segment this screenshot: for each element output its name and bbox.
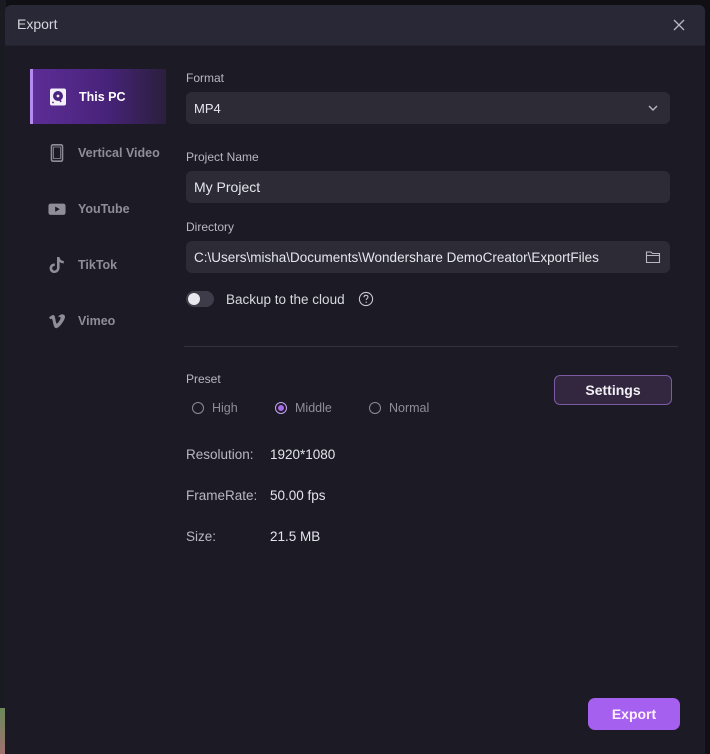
radio-circle [369,402,381,414]
help-icon[interactable] [358,291,374,307]
settings-button[interactable]: Settings [554,375,672,405]
resolution-key: Resolution: [186,447,254,462]
radio-label: High [212,401,238,415]
preset-radio-normal[interactable]: Normal [369,401,429,415]
preset-radio-high[interactable]: High [192,401,238,415]
project-name-label: Project Name [186,150,259,164]
format-value: MP4 [194,100,221,116]
backup-cloud-label: Backup to the cloud [226,292,345,307]
format-dropdown[interactable]: MP4 [186,92,670,124]
preset-radio-middle[interactable]: Middle [275,401,332,415]
size-key: Size: [186,529,217,544]
toggle-knob [188,293,200,305]
preset-label: Preset [186,372,221,386]
backup-cloud-toggle[interactable] [186,291,214,307]
radio-circle [275,402,287,414]
radio-label: Middle [295,401,332,415]
export-dialog: Export This PC Vertical Video YouTube Ti… [5,5,705,754]
directory-path: C:\Users\misha\Documents\Wondershare Dem… [194,249,599,265]
framerate-value: 50.00 fps [270,488,326,503]
export-button[interactable]: Export [588,698,680,730]
project-name-input[interactable] [194,179,662,195]
radio-circle [192,402,204,414]
chevron-down-icon [644,99,662,117]
resolution-value: 1920*1080 [270,447,336,462]
section-divider [184,346,678,347]
folder-icon[interactable] [644,248,662,266]
radio-label: Normal [389,401,430,415]
project-name-field[interactable] [186,171,670,203]
directory-field[interactable]: C:\Users\misha\Documents\Wondershare Dem… [186,241,670,273]
framerate-key: FrameRate: [186,488,258,503]
directory-label: Directory [186,220,235,234]
export-form: Format MP4 Project Name Directory C:\Use… [5,5,705,754]
size-value: 21.5 MB [270,529,321,544]
format-label: Format [186,71,225,85]
